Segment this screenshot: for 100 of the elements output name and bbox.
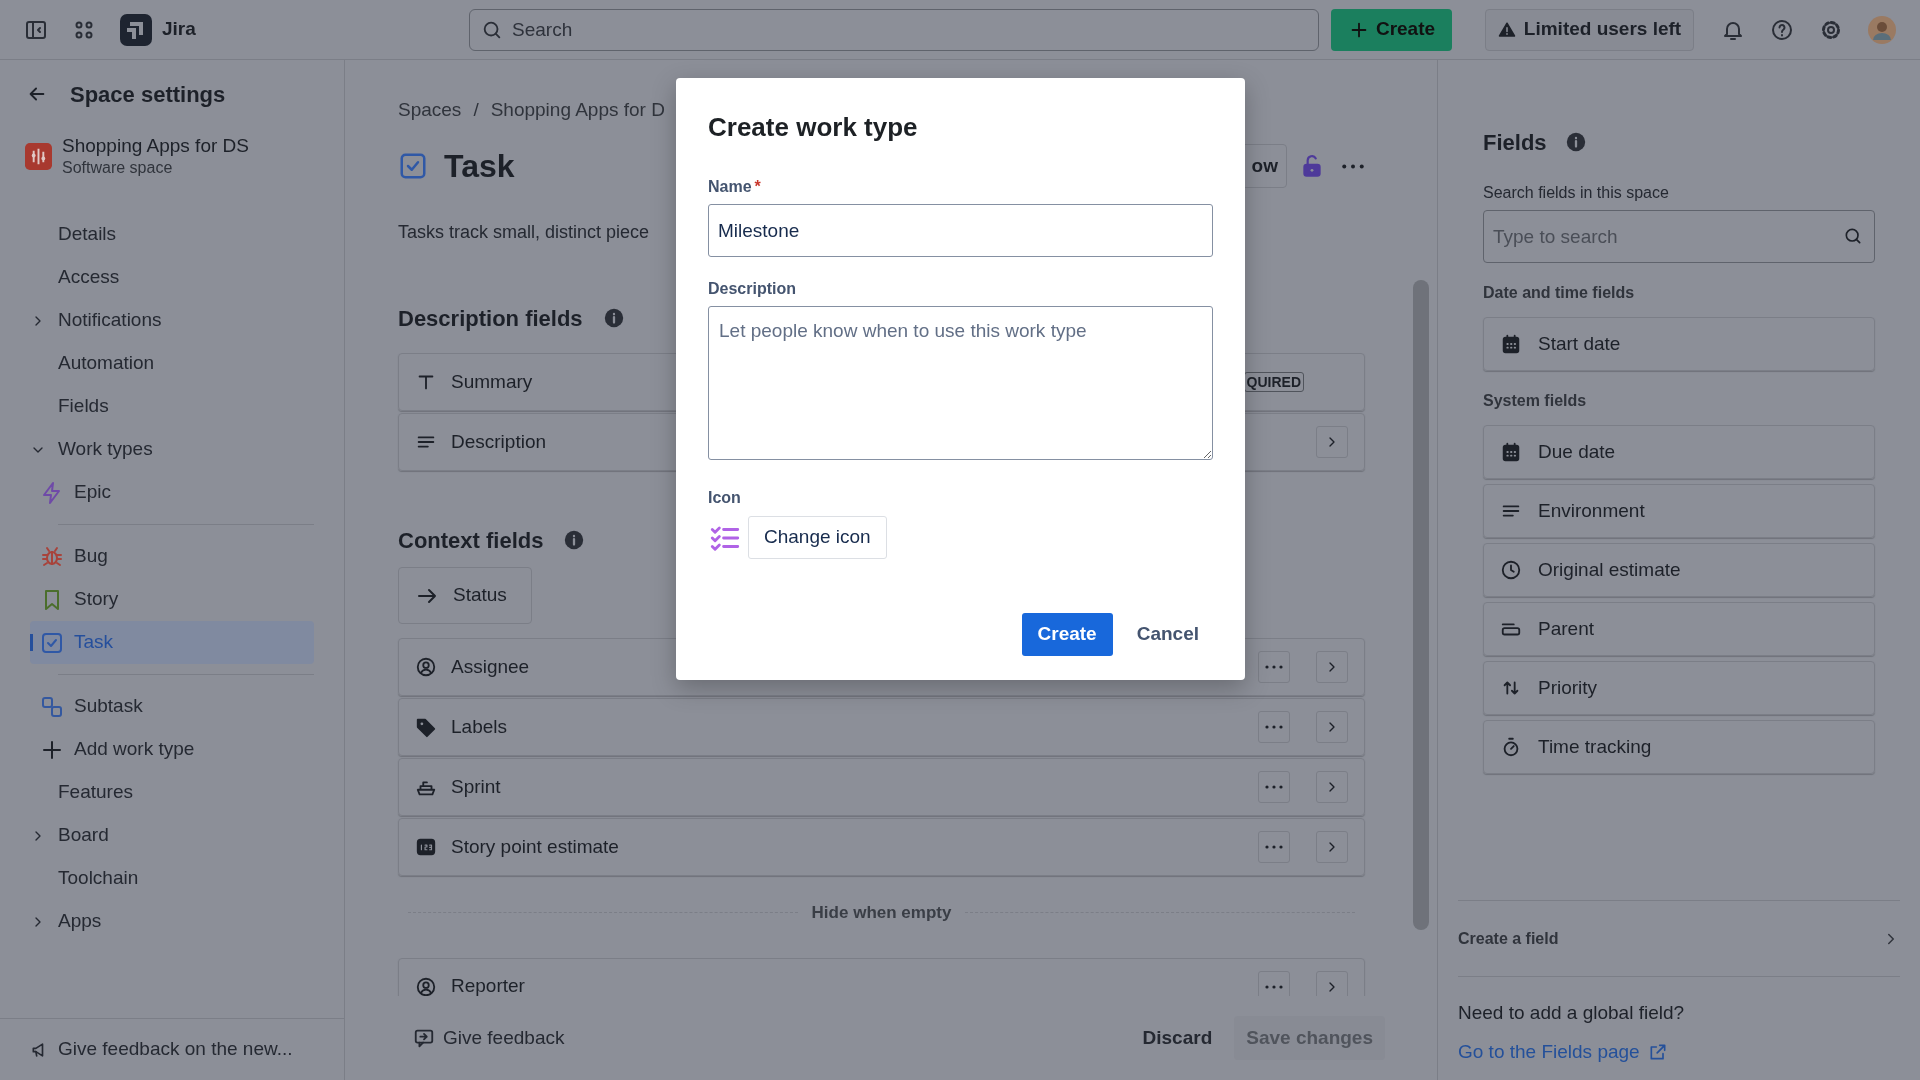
breadcrumb-link[interactable]: Spaces (398, 95, 462, 125)
breadcrumb-link[interactable]: Shopping Apps for D (490, 95, 665, 125)
field-card[interactable]: Parent (1483, 602, 1875, 656)
info-button[interactable] (1564, 131, 1587, 153)
field-card[interactable]: Due date (1483, 425, 1875, 479)
checkbox-icon (40, 630, 64, 655)
breadcrumb-separator: / (473, 97, 479, 122)
calendar-icon (1500, 333, 1522, 355)
field-label: Description (451, 429, 547, 454)
work-type-item[interactable]: Story (30, 578, 314, 621)
limited-users-button[interactable]: Limited users left (1485, 8, 1694, 51)
more-icon (1265, 665, 1283, 669)
nav-item[interactable]: Details (30, 213, 314, 256)
feedback-link[interactable]: Give feedback (413, 1023, 565, 1053)
field-label: Story point estimate (451, 834, 619, 859)
more-icon (1265, 845, 1283, 849)
field-row[interactable]: Sprint (398, 758, 1365, 816)
more-icon (1265, 984, 1283, 989)
open-button[interactable] (1316, 426, 1348, 458)
discard-button[interactable]: Discard (1130, 1016, 1225, 1060)
field-label: Labels (451, 714, 507, 739)
field-label: Name (708, 177, 752, 197)
tag-icon (415, 716, 437, 738)
nav-item[interactable]: Notifications (30, 299, 314, 342)
description-input[interactable]: Let people know when to use this work type (708, 306, 1213, 460)
field-label: Parent (1538, 616, 1594, 641)
field-chip[interactable]: Status (398, 567, 532, 624)
work-type-item[interactable]: Epic (30, 471, 314, 514)
more-button[interactable] (1341, 163, 1365, 169)
required-mark: * (754, 177, 761, 197)
person-icon (415, 975, 437, 996)
section-title: Context fields (398, 526, 544, 555)
work-type-item[interactable]: Bug (30, 535, 314, 578)
nav-item[interactable]: Board (30, 814, 314, 857)
field-card[interactable]: Original estimate (1483, 543, 1875, 597)
help-icon (1770, 17, 1794, 42)
space-name: Shopping Apps for DS (62, 134, 249, 158)
group-title: System fields (1483, 391, 1588, 411)
field-card[interactable]: Time tracking (1483, 720, 1875, 774)
nav-item[interactable]: Features (30, 771, 314, 814)
section-title: Description fields (398, 304, 583, 333)
open-button[interactable] (1316, 970, 1348, 996)
panel-title: Fields (1483, 128, 1547, 157)
field-label: Priority (1538, 675, 1598, 700)
field-label: Assignee (451, 654, 530, 679)
dialog-title: Create work type (708, 111, 919, 144)
page-title: Task (444, 147, 515, 186)
field-card[interactable]: Environment (1483, 484, 1875, 538)
open-button[interactable] (1316, 651, 1348, 683)
scrollbar[interactable] (1413, 280, 1429, 930)
help-button[interactable] (1770, 17, 1794, 42)
nav-item[interactable]: Work types (30, 428, 314, 471)
name-input[interactable]: Milestone (708, 204, 1213, 257)
field-label: Sprint (451, 774, 501, 799)
feedback-icon (413, 1027, 435, 1049)
subtask-icon (40, 694, 64, 719)
field-label: Original estimate (1538, 557, 1681, 582)
more-icon (1265, 785, 1283, 789)
nav-item[interactable]: Access (30, 256, 314, 299)
field-row[interactable]: Labels (398, 698, 1365, 756)
feedback-link[interactable]: Give feedback on the new... (30, 1035, 293, 1064)
field-label: Description (708, 279, 797, 299)
field-card[interactable]: Priority (1483, 661, 1875, 715)
info-icon (602, 307, 625, 329)
create-button[interactable]: Create (1331, 8, 1452, 51)
field-label: Due date (1538, 439, 1616, 464)
calendar-icon (1500, 441, 1522, 463)
nav-item[interactable]: Fields (30, 385, 314, 428)
create-field-link[interactable]: Create a field (1458, 901, 1900, 976)
info-button[interactable] (602, 307, 625, 329)
search-field[interactable]: Search (469, 8, 1319, 51)
nav-item[interactable]: Automation (30, 342, 314, 385)
create-button[interactable]: Create (1021, 613, 1113, 656)
clock-icon (1500, 559, 1522, 581)
open-button[interactable] (1316, 771, 1348, 803)
search-label: Search fields in this space (1483, 183, 1670, 203)
field-row[interactable]: Story point estimate (398, 818, 1365, 876)
number-icon (415, 836, 437, 858)
field-search[interactable]: Type to search (1483, 210, 1875, 263)
info-icon (1564, 131, 1587, 153)
avatar[interactable] (1868, 15, 1896, 44)
work-type-item[interactable]: Add work type (30, 728, 314, 771)
field-row[interactable]: Reporter (398, 957, 1365, 996)
open-button[interactable] (1316, 711, 1348, 743)
fields-page-link[interactable]: Go to the Fields page (1458, 1037, 1900, 1066)
info-button[interactable] (563, 529, 586, 551)
field-card[interactable]: Start date (1483, 317, 1875, 371)
logo-icon[interactable] (120, 13, 152, 46)
group-title: Date and time fields (1483, 283, 1636, 303)
nav-item[interactable]: Toolchain (30, 857, 314, 900)
change-icon-button[interactable]: Change icon (748, 516, 887, 559)
bug-icon (40, 544, 64, 569)
page-description: Tasks track small, distinct piece (398, 221, 650, 244)
work-type-item[interactable]: Subtask (30, 685, 314, 728)
global-field-prompt: Need to add a global field? (1458, 1001, 1686, 1025)
app-name[interactable]: Jira (162, 15, 196, 44)
nav-item[interactable]: Apps (30, 900, 314, 943)
open-button[interactable] (1316, 831, 1348, 863)
field-label: Environment (1538, 498, 1645, 523)
more-icon (1265, 725, 1283, 729)
